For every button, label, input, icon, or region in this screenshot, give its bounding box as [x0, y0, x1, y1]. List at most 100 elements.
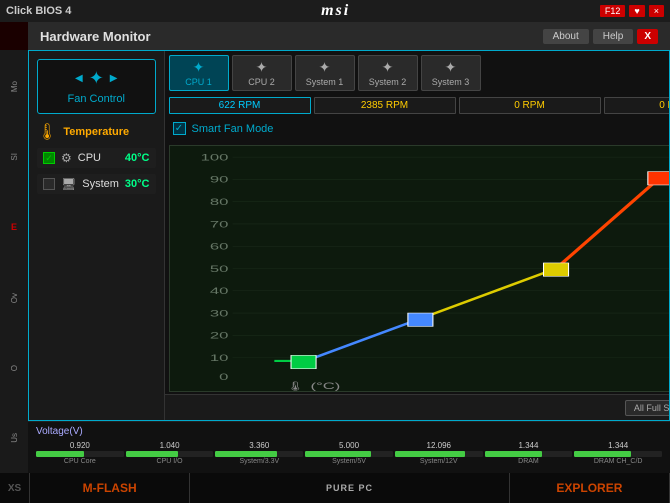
- voltage-sys5-val: 5.000: [339, 441, 359, 450]
- svg-text:70: 70: [209, 219, 228, 229]
- top-bar-right: F12 ♥ ×: [600, 5, 664, 17]
- chart-area: 100 90 80 70 60 50 40 30 20 10 0: [169, 145, 670, 392]
- cpu-temp-name: CPU: [78, 152, 119, 164]
- all-full-speed-button[interactable]: All Full Speed(F): [625, 400, 670, 416]
- fan-control-label: Fan Control: [46, 93, 147, 105]
- about-button[interactable]: About: [543, 29, 589, 44]
- side-label-si: SI: [10, 153, 19, 161]
- thermometer-icon: 🌡: [37, 122, 57, 142]
- monitor-area: ◀ ✦ ▶ Fan Control 🌡 Temperature ✓ ⚙ CPU: [28, 50, 670, 421]
- help-button[interactable]: Help: [593, 29, 634, 44]
- app-title: Click BIOS 4: [6, 5, 71, 17]
- svg-text:80: 80: [209, 197, 228, 207]
- svg-text:🌡 (°C): 🌡 (°C): [284, 381, 340, 391]
- svg-text:40: 40: [209, 286, 228, 296]
- voltage-cpu-core-name: CPU Core: [64, 458, 96, 465]
- voltage-dram: 1.344 DRAM: [485, 441, 573, 465]
- voltage-sys5: 5.000 System/5V: [305, 441, 393, 465]
- rpm-sys1-input[interactable]: [459, 97, 601, 114]
- side-label-us: Us: [10, 433, 19, 443]
- system-temp-checkbox[interactable]: [43, 178, 55, 190]
- bottom-nav-explorer[interactable]: EXPLORER: [510, 473, 670, 503]
- rpm-cpu2-input[interactable]: [314, 97, 456, 114]
- fan-tab-cpu2[interactable]: ✦ CPU 2: [232, 55, 292, 91]
- svg-text:100: 100: [200, 152, 228, 162]
- svg-text:10: 10: [209, 353, 228, 363]
- fan-tab-label-cpu2: CPU 2: [248, 77, 275, 87]
- voltage-cpu-io-name: CPU I/O: [157, 458, 183, 465]
- voltage-cpu-core-val: 0.920: [70, 441, 90, 450]
- voltage-cpu-core-fill: [36, 451, 84, 457]
- voltage-sys5-fill: [305, 451, 371, 457]
- svg-text:50: 50: [209, 264, 228, 274]
- voltage-sys33-val: 3.360: [249, 441, 269, 450]
- header-bar: Hardware Monitor About Help X: [28, 22, 670, 50]
- voltage-cpu-io-fill: [126, 451, 179, 457]
- voltage-sys12-val: 12.096: [427, 441, 451, 450]
- smart-fan-checkbox[interactable]: ✓: [173, 122, 186, 135]
- cpu-temp-checkbox[interactable]: ✓: [43, 152, 55, 164]
- rpm-sys2-input[interactable]: [604, 97, 670, 114]
- voltage-cpu-io-val: 1.040: [160, 441, 180, 450]
- system-temp-row: 🖥 System 30°C: [37, 174, 156, 194]
- voltage-cpu-core-track: [36, 451, 124, 457]
- rpm-row: [165, 95, 670, 116]
- fan-tab-icon-sys2: ✦: [382, 59, 394, 76]
- temperature-header: 🌡 Temperature: [37, 122, 156, 142]
- top-bar: Click BIOS 4 msi F12 ♥ ×: [0, 0, 670, 22]
- voltage-cpu-io: 1.040 CPU I/O: [126, 441, 214, 465]
- voltage-sys12-name: System/12V: [420, 458, 458, 465]
- voltage-cpu-io-track: [126, 451, 214, 457]
- fan-tab-icon-sys3: ✦: [445, 59, 457, 76]
- bottom-nav: XS M-FLASH PURE PC EXPLORER: [0, 473, 670, 503]
- bottom-action-buttons: All Full Speed(F) All Set Default(D) All…: [165, 394, 670, 420]
- voltage-sys12-track: [395, 451, 483, 457]
- voltage-label: Voltage(V): [36, 426, 662, 437]
- pure-pc-logo: PURE PC: [326, 483, 373, 493]
- cpu-icon: ⚙: [61, 151, 72, 165]
- side-label-e[interactable]: E: [11, 222, 17, 232]
- fan-tab-sys2[interactable]: ✦ System 2: [358, 55, 418, 91]
- chart-section: ✦ CPU 1 ✦ CPU 2 ✦ System 1 ✦ System 2 ✦: [165, 51, 670, 420]
- fan-tabs: ✦ CPU 1 ✦ CPU 2 ✦ System 1 ✦ System 2 ✦: [165, 51, 670, 91]
- side-label-o: O: [10, 365, 19, 371]
- f12-button[interactable]: F12: [600, 5, 626, 17]
- voltage-dram-fill: [485, 451, 542, 457]
- fan-tab-label-sys2: System 2: [369, 77, 407, 87]
- fan-tab-cpu1[interactable]: ✦ CPU 1: [169, 55, 229, 91]
- arrow-left-icon: ◀: [75, 73, 83, 84]
- header-buttons: About Help X: [543, 29, 658, 44]
- fan-curve-chart: 100 90 80 70 60 50 40 30 20 10 0: [170, 146, 670, 391]
- fan-control-box: ◀ ✦ ▶ Fan Control: [37, 59, 156, 114]
- voltage-sys12-fill: [395, 451, 465, 457]
- bottom-nav-mflash[interactable]: M-FLASH: [30, 473, 190, 503]
- fan-icon: ✦: [89, 68, 104, 89]
- svg-text:30: 30: [209, 308, 228, 318]
- side-strip: Mo SI E Ov O Us: [0, 50, 28, 473]
- svg-text:20: 20: [209, 331, 228, 341]
- system-icon: 🖥: [61, 177, 76, 191]
- cpu-temp-value: 40°C: [125, 152, 150, 164]
- voltage-dram-chcd-name: DRAM CH_C/D: [594, 458, 643, 465]
- system-temp-name: System: [82, 178, 119, 190]
- fan-tab-label-sys1: System 1: [306, 77, 344, 87]
- topbar-close-button[interactable]: ×: [649, 5, 664, 17]
- heart-button[interactable]: ♥: [629, 5, 644, 17]
- cpu-temp-row: ✓ ⚙ CPU 40°C: [37, 148, 156, 168]
- voltage-dram-val: 1.344: [518, 441, 538, 450]
- svg-text:60: 60: [209, 242, 228, 252]
- rpm-cpu1-input[interactable]: [169, 97, 311, 114]
- fan-tab-sys3[interactable]: ✦ System 3: [421, 55, 481, 91]
- voltage-dram-chcd-fill: [574, 451, 631, 457]
- voltage-sys33-name: System/3.3V: [239, 458, 279, 465]
- voltage-dram-track: [485, 451, 573, 457]
- voltage-sys33-fill: [215, 451, 276, 457]
- page-title: Hardware Monitor: [40, 29, 151, 44]
- left-panel: ◀ ✦ ▶ Fan Control 🌡 Temperature ✓ ⚙ CPU: [29, 51, 165, 420]
- fan-tab-sys1[interactable]: ✦ System 1: [295, 55, 355, 91]
- fan-tab-icon-cpu2: ✦: [256, 59, 268, 76]
- chart-container: 100 90 80 70 60 50 40 30 20 10 0: [165, 143, 670, 394]
- temperature-label: Temperature: [63, 126, 129, 138]
- bottom-nav-xs[interactable]: XS: [0, 473, 30, 503]
- close-button[interactable]: X: [637, 29, 658, 44]
